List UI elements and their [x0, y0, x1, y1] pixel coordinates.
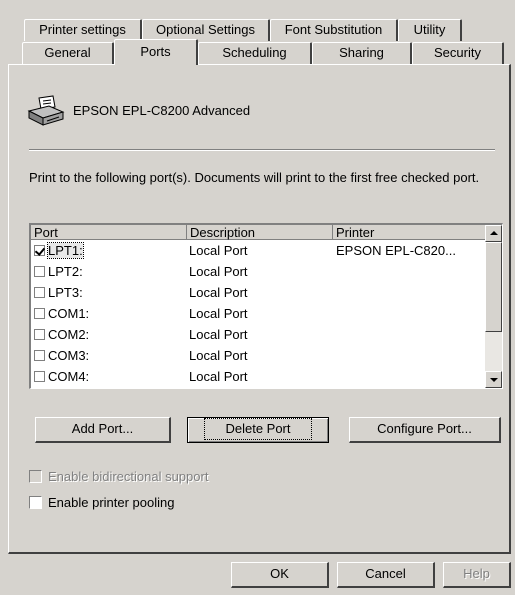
bidirectional-support-checkbox[interactable]	[29, 470, 42, 483]
port-description: Local Port	[189, 264, 248, 279]
port-list[interactable]: Port Description Printer LPT1: Local Por…	[29, 223, 503, 389]
column-header-description[interactable]: Description	[187, 225, 333, 240]
delete-port-label: Delete Port	[204, 418, 312, 440]
tab-sharing[interactable]: Sharing	[312, 42, 412, 64]
bidirectional-support-label: Enable bidirectional support	[48, 469, 209, 484]
tab-label: Sharing	[339, 45, 384, 60]
port-name: COM3:	[48, 348, 90, 363]
port-name: LPT1:	[47, 242, 84, 259]
tab-label: Scheduling	[222, 45, 287, 60]
arrow-up-icon	[490, 231, 498, 235]
tab-font-substitution[interactable]: Font Substitution	[270, 19, 398, 41]
port-checkbox[interactable]	[34, 266, 45, 277]
tab-label: Font Substitution	[284, 22, 383, 37]
column-header-port[interactable]: Port	[31, 225, 187, 240]
ports-description: Print to the following port(s). Document…	[29, 170, 480, 185]
ok-button[interactable]: OK	[231, 562, 329, 588]
separator	[29, 149, 495, 151]
tab-label: General	[44, 45, 91, 60]
port-row-com2[interactable]: COM2: Local Port	[31, 325, 485, 346]
tab-label: Ports	[140, 44, 171, 59]
tab-scheduling[interactable]: Scheduling	[198, 42, 312, 64]
port-printer: EPSON EPL-C820...	[336, 243, 456, 258]
printer-name: EPSON EPL-C8200 Advanced	[73, 103, 251, 118]
printer-pooling-label: Enable printer pooling	[48, 495, 175, 510]
cancel-button[interactable]: Cancel	[337, 562, 435, 588]
port-row-lpt2[interactable]: LPT2: Local Port	[31, 262, 485, 283]
scroll-thumb[interactable]	[485, 242, 502, 332]
bidirectional-support-option: Enable bidirectional support	[29, 469, 208, 484]
port-name: LPT3:	[48, 285, 83, 300]
printer-pooling-option: Enable printer pooling	[29, 495, 174, 510]
port-description: Local Port	[189, 306, 248, 321]
port-description: Local Port	[189, 285, 248, 300]
help-button[interactable]: Help	[443, 562, 511, 588]
port-checkbox[interactable]	[34, 308, 45, 319]
port-name: COM2:	[48, 327, 90, 342]
port-description: Local Port	[189, 243, 248, 258]
port-row-lpt1[interactable]: LPT1: Local Port EPSON EPL-C820...	[31, 241, 485, 262]
tab-general[interactable]: General	[22, 42, 114, 64]
port-checkbox[interactable]	[34, 287, 45, 298]
port-checkbox[interactable]	[34, 350, 45, 361]
ports-tab-panel: EPSON EPL-C8200 Advanced Print to the fo…	[8, 64, 511, 554]
tab-row-back: Printer settings Optional Settings Font …	[24, 19, 462, 41]
configure-port-button[interactable]: Configure Port...	[349, 417, 501, 443]
scroll-up-button[interactable]	[485, 225, 502, 242]
tab-printer-settings[interactable]: Printer settings	[24, 19, 142, 41]
port-description: Local Port	[189, 348, 248, 363]
port-description: Local Port	[189, 369, 248, 384]
printer-icon	[27, 95, 65, 126]
port-checkbox[interactable]	[34, 371, 45, 382]
printer-properties-dialog: Printer settings Optional Settings Font …	[0, 0, 515, 595]
tab-utility[interactable]: Utility	[398, 19, 462, 41]
column-header-printer[interactable]: Printer	[333, 225, 485, 240]
port-row-com1[interactable]: COM1: Local Port	[31, 304, 485, 325]
printer-pooling-checkbox[interactable]	[29, 496, 42, 509]
tab-label: Utility	[413, 22, 446, 37]
port-row-lpt3[interactable]: LPT3: Local Port	[31, 283, 485, 304]
port-name: COM1:	[48, 306, 90, 321]
port-list-body: Port Description Printer LPT1: Local Por…	[31, 225, 485, 388]
port-name: COM4:	[48, 369, 90, 384]
tab-ports[interactable]: Ports	[114, 39, 198, 65]
port-description: Local Port	[189, 327, 248, 342]
scroll-down-button[interactable]	[485, 371, 502, 388]
tab-optional-settings[interactable]: Optional Settings	[142, 19, 270, 41]
port-row-com4[interactable]: COM4: Local Port	[31, 367, 485, 388]
tab-label: Optional Settings	[155, 22, 255, 37]
port-list-scrollbar[interactable]	[485, 225, 502, 388]
tab-security[interactable]: Security	[412, 42, 504, 64]
port-name: LPT2:	[48, 264, 83, 279]
delete-port-button[interactable]: Delete Port	[187, 417, 329, 443]
arrow-down-icon	[490, 378, 498, 382]
tab-row-front: General Ports Scheduling Sharing Securit…	[22, 39, 504, 65]
port-checkbox[interactable]	[34, 329, 45, 340]
port-checkbox[interactable]	[34, 245, 45, 256]
port-row-com3[interactable]: COM3: Local Port	[31, 346, 485, 367]
tab-label: Security	[434, 45, 481, 60]
add-port-button[interactable]: Add Port...	[35, 417, 171, 443]
tab-label: Printer settings	[39, 22, 126, 37]
